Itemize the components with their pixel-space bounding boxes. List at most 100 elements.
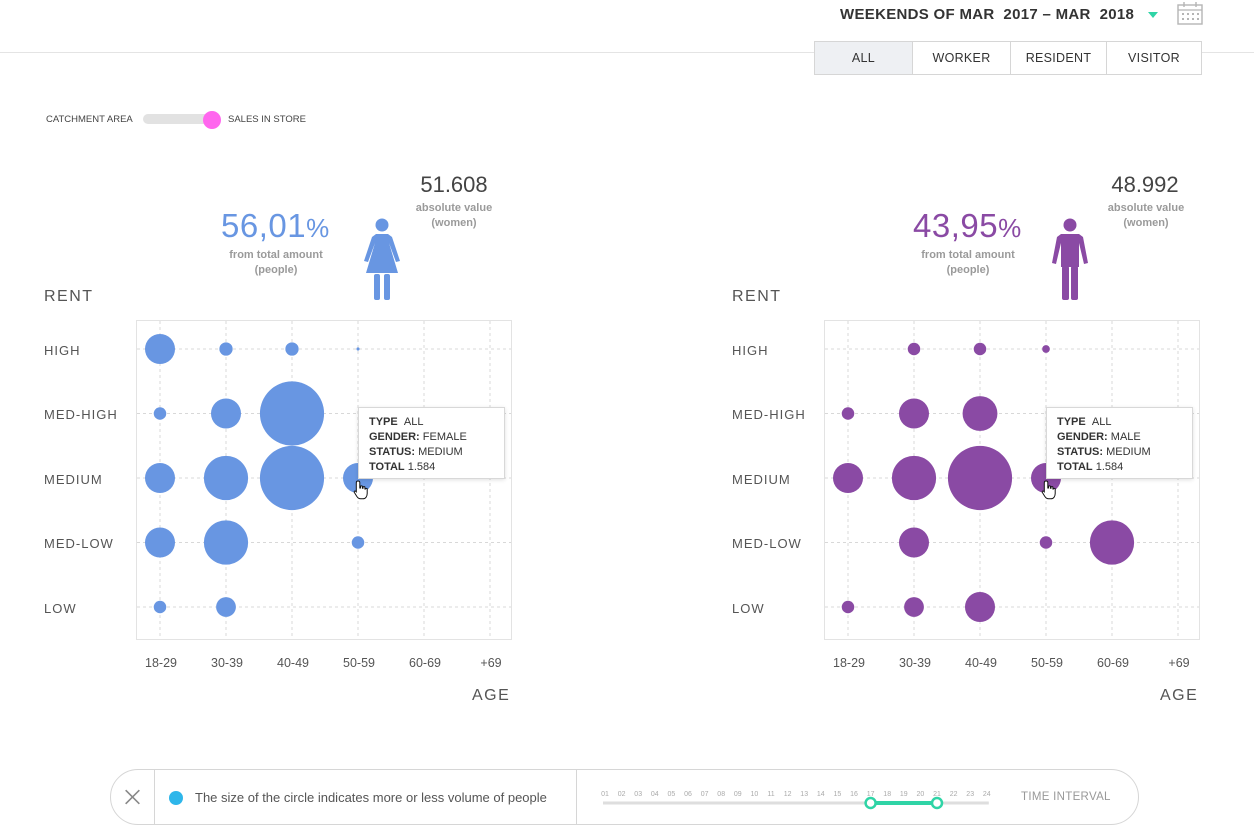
female-percent-caption: from total amount (people) <box>229 249 323 276</box>
female-absolute-value: 51.608 <box>420 172 488 197</box>
tab-all[interactable]: ALL <box>815 42 913 74</box>
female-tooltip: TYPE ALL GENDER: FEMALE STATUS: MEDIUM T… <box>358 407 505 479</box>
time-tick-label: 14 <box>817 791 825 798</box>
hand-cursor-icon <box>1041 480 1056 500</box>
legend-dot <box>169 791 183 805</box>
bubble-point[interactable] <box>891 455 937 501</box>
male-row-label: HIGH <box>732 343 769 358</box>
bubble-point[interactable] <box>962 396 998 431</box>
bubble-point[interactable] <box>351 536 365 549</box>
time-tick-label: 01 <box>601 791 609 798</box>
time-tick-label: 02 <box>618 791 626 798</box>
bubble-point[interactable] <box>832 462 864 494</box>
female-bubble-chart <box>136 320 512 640</box>
time-tick-label: 11 <box>767 791 774 798</box>
bubble-point[interactable] <box>907 342 921 356</box>
male-tooltip: TYPE ALL GENDER: MALE STATUS: MEDIUM TOT… <box>1046 407 1193 479</box>
bubble-point[interactable] <box>973 342 987 356</box>
chevron-down-icon[interactable] <box>1148 12 1158 18</box>
female-row-label: HIGH <box>44 343 81 358</box>
male-row-label: MED-LOW <box>732 536 802 551</box>
time-tick-label: 16 <box>850 791 858 798</box>
male-row-label: MED-HIGH <box>732 407 806 422</box>
male-percent: 43,95% <box>913 207 1022 244</box>
time-tick-label: 06 <box>684 791 692 798</box>
male-bubble-chart <box>824 320 1200 640</box>
time-tick-label: 10 <box>751 791 759 798</box>
male-absolute-value: 48.992 <box>1111 172 1179 197</box>
male-person-icon <box>1052 218 1088 300</box>
segment-tabs: ALL WORKER RESIDENT VISITOR <box>814 41 1202 75</box>
bubble-point[interactable] <box>1039 536 1053 549</box>
tab-worker[interactable]: WORKER <box>913 42 1011 74</box>
bubble-point[interactable] <box>947 445 1013 511</box>
time-tick-label: 09 <box>734 791 742 798</box>
male-col-label: 18-29 <box>833 656 865 670</box>
time-tick-label: 07 <box>701 791 709 798</box>
female-row-label: MED-HIGH <box>44 407 118 422</box>
legend-bar: The size of the circle indicates more or… <box>110 769 1139 825</box>
time-slider-handle[interactable] <box>930 796 944 810</box>
time-tick-label: 24 <box>983 791 991 798</box>
time-tick-label: 05 <box>668 791 676 798</box>
time-tick-label: 03 <box>634 791 642 798</box>
bubble-point[interactable] <box>898 527 930 558</box>
bubble-point[interactable] <box>1042 345 1050 353</box>
time-tick-label: 18 <box>883 791 891 798</box>
male-col-label: 50-59 <box>1031 656 1063 670</box>
bubble-point[interactable] <box>219 342 233 356</box>
time-tick-label: 23 <box>966 791 974 798</box>
legend-text: The size of the circle indicates more or… <box>195 790 547 805</box>
bubble-point[interactable] <box>964 591 996 623</box>
calendar-icon[interactable] <box>1176 0 1204 26</box>
toggle-left-label: CATCHMENT AREA <box>46 114 133 125</box>
male-col-label: +69 <box>1168 656 1190 670</box>
bubble-point[interactable] <box>210 398 242 429</box>
time-interval-slider[interactable]: 01 02 03 04 05 06 07 08 09 10 11 12 13 14 15 16 17 18 19 20… <box>591 770 1011 824</box>
date-range-selector[interactable]: WEEKENDS OF MAR 2017 – MAR 2018 <box>840 6 1134 23</box>
bubble-point[interactable] <box>153 407 167 420</box>
bubble-point[interactable] <box>259 445 325 511</box>
male-rent-axis-title: RENT <box>732 288 782 305</box>
bubble-point[interactable] <box>203 455 249 501</box>
female-row-label: LOW <box>44 601 77 616</box>
time-slider-handle[interactable] <box>864 796 877 810</box>
female-row-label: MED-LOW <box>44 536 114 551</box>
footer-divider <box>576 770 577 824</box>
female-col-label: 40-49 <box>277 656 309 670</box>
bubble-point[interactable] <box>898 398 930 429</box>
bubble-point[interactable] <box>904 597 924 617</box>
time-tick-label: 19 <box>900 791 908 798</box>
bubble-point[interactable] <box>356 347 360 351</box>
toggle-right-label: SALES IN STORE <box>228 114 306 125</box>
tab-visitor[interactable]: VISITOR <box>1107 42 1201 74</box>
tab-resident[interactable]: RESIDENT <box>1011 42 1107 74</box>
bubble-point[interactable] <box>144 333 176 365</box>
female-col-label: 60-69 <box>409 656 441 670</box>
time-interval-label: TIME INTERVAL <box>1021 791 1111 803</box>
bubble-point[interactable] <box>144 527 176 558</box>
female-col-label: 50-59 <box>343 656 375 670</box>
time-tick-label: 12 <box>784 791 792 798</box>
male-col-label: 60-69 <box>1097 656 1129 670</box>
male-col-label: 30-39 <box>899 656 931 670</box>
bubble-point[interactable] <box>216 597 236 617</box>
male-row-label: LOW <box>732 601 765 616</box>
bubble-point[interactable] <box>153 600 167 614</box>
time-tick-label: 08 <box>717 791 725 798</box>
female-col-label: +69 <box>480 656 502 670</box>
bubble-point[interactable] <box>259 381 325 446</box>
time-tick-label: 22 <box>950 791 958 798</box>
close-icon[interactable] <box>111 770 155 824</box>
female-rent-axis-title: RENT <box>44 288 94 305</box>
bubble-point[interactable] <box>841 407 855 420</box>
bubble-point[interactable] <box>144 462 176 494</box>
female-col-label: 18-29 <box>145 656 177 670</box>
bubble-point[interactable] <box>285 342 299 356</box>
time-tick-label: 20 <box>917 791 925 798</box>
bubble-point[interactable] <box>841 600 855 614</box>
bubble-point[interactable] <box>1089 520 1135 565</box>
bubble-point[interactable] <box>203 520 249 565</box>
female-percent: 56,01% <box>221 207 330 244</box>
toggle-knob[interactable] <box>203 111 221 129</box>
